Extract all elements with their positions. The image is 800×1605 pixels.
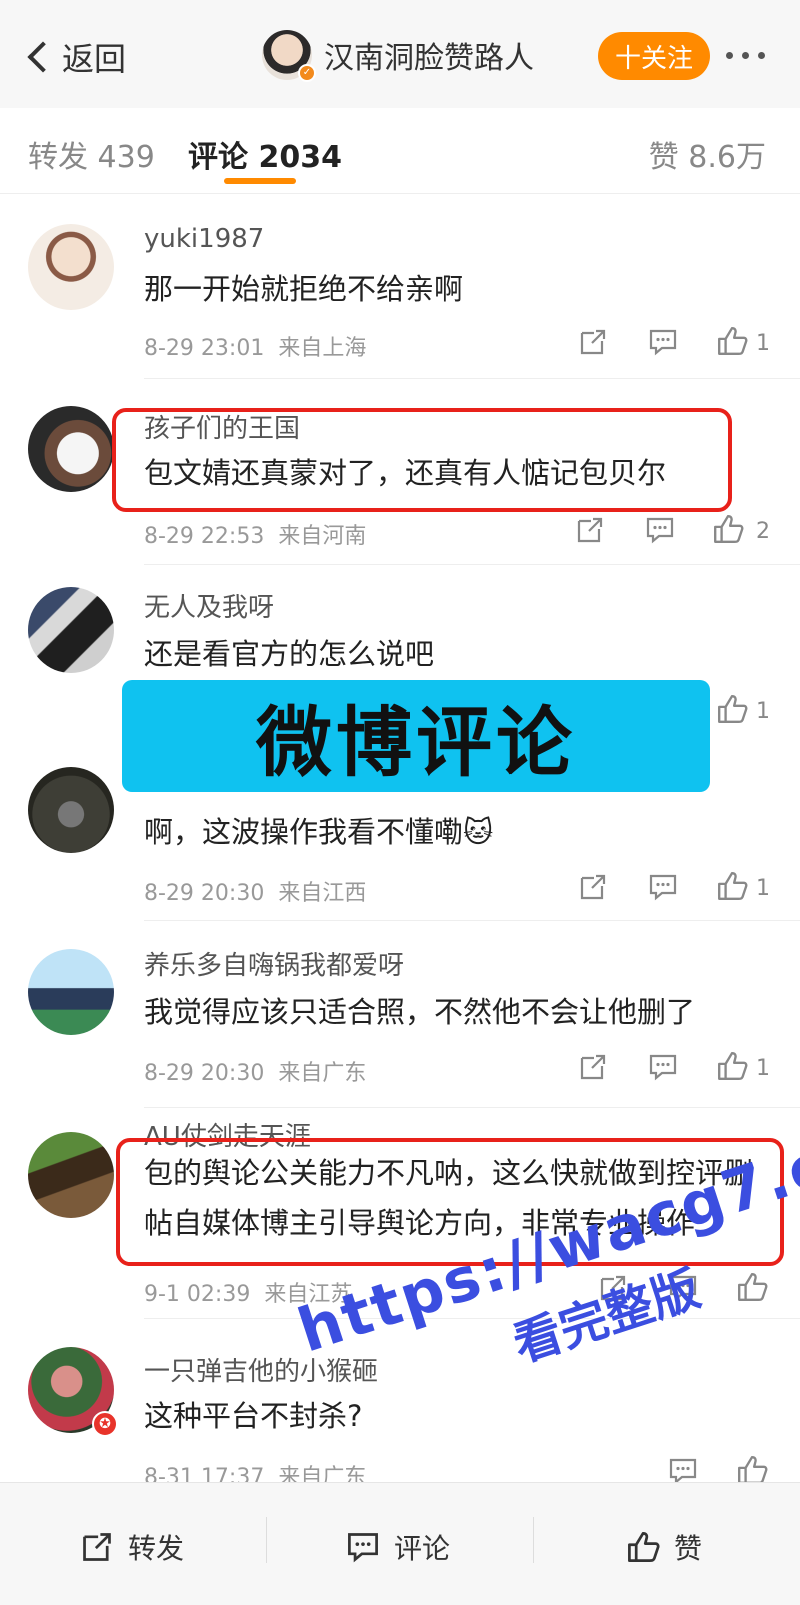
avatar[interactable]	[28, 224, 114, 310]
avatar[interactable]	[28, 1132, 114, 1218]
comment-username[interactable]: 无人及我呀	[144, 587, 274, 624]
badge-icon: ✪	[92, 1411, 118, 1437]
like-icon[interactable]	[716, 325, 748, 357]
repost-icon	[83, 1533, 111, 1561]
author-name[interactable]: 汉南洞脸赞路人	[324, 33, 534, 77]
comment-meta: 8-29 20:30 来自江西	[144, 875, 366, 907]
tab-likes[interactable]: 赞 8.6万	[649, 132, 766, 176]
verified-icon: ✓	[298, 64, 316, 82]
comment-meta: 8-29 20:30 来自广东	[144, 1055, 366, 1087]
divider	[144, 1107, 800, 1108]
avatar[interactable]	[28, 406, 114, 492]
like-icon[interactable]	[716, 1050, 748, 1082]
tab-repost[interactable]: 转发 439	[28, 132, 155, 176]
comment-item: 养乐多自嗨锅我都爱呀 我觉得应该只适合照，不然他不会让他删了 8-29 20:3…	[0, 925, 800, 1108]
share-icon[interactable]	[578, 872, 608, 902]
comment-meta: 8-29 22:53 来自河南	[144, 518, 366, 550]
divider	[144, 920, 800, 921]
comment-username[interactable]: yuki1987	[144, 224, 264, 254]
share-icon[interactable]	[575, 515, 605, 545]
caption-overlay: 微博评论	[122, 680, 710, 792]
comment-label: 评论	[394, 1532, 451, 1565]
highlight-box	[112, 408, 732, 512]
like-button[interactable]: 赞	[626, 1527, 702, 1567]
comment-time: 8-29 22:53	[144, 524, 265, 549]
like-count: 1	[756, 699, 770, 724]
comment-text: 啊，这波操作我看不懂嘞🐱	[144, 809, 493, 851]
back-label: 返回	[62, 40, 127, 78]
tab-bar: 转发 439 评论 2034 赞 8.6万	[0, 108, 800, 194]
like-icon[interactable]	[712, 513, 744, 545]
avatar[interactable]	[28, 949, 114, 1035]
comment-text: 那一开始就拒绝不给亲啊	[144, 272, 464, 306]
comment-time: 8-29 20:30	[144, 881, 265, 906]
author-info[interactable]: ✓ 汉南洞脸赞路人	[262, 30, 534, 82]
reply-icon[interactable]	[648, 1052, 678, 1082]
comment-button[interactable]: 评论	[346, 1527, 450, 1567]
more-options-icon[interactable]	[726, 52, 765, 59]
share-icon[interactable]	[578, 1052, 608, 1082]
comment-text: 还是看官方的怎么说吧	[144, 637, 435, 671]
comment-location: 来自广东	[278, 1061, 367, 1086]
back-button[interactable]: 返回	[24, 34, 126, 80]
like-count: 2	[756, 519, 770, 544]
comment-location: 来自上海	[278, 336, 367, 361]
comment-time: 8-29 20:30	[144, 1061, 265, 1086]
like-label: 赞	[674, 1532, 703, 1565]
divider	[266, 1517, 267, 1563]
reply-icon[interactable]	[645, 515, 675, 545]
reply-icon[interactable]	[648, 327, 678, 357]
comment-text: 我觉得应该只适合照，不然他不会让他删了	[144, 995, 696, 1029]
comment-location: 来自江西	[278, 881, 367, 906]
repost-button[interactable]: 转发	[80, 1527, 184, 1567]
comment-item: yuki1987 那一开始就拒绝不给亲啊 8-29 23:01 来自上海 1	[0, 210, 800, 380]
follow-button[interactable]: 十关注	[598, 32, 710, 80]
comment-meta: 8-29 23:01 来自上海	[144, 330, 366, 362]
avatar[interactable]	[28, 587, 114, 673]
divider	[144, 378, 800, 379]
like-icon[interactable]	[716, 870, 748, 902]
comment-time: 8-29 23:01	[144, 336, 265, 361]
comment-time: 9-1 02:39	[144, 1282, 251, 1307]
comment-icon	[348, 1533, 378, 1563]
avatar[interactable]	[28, 767, 114, 853]
active-tab-indicator	[224, 178, 296, 184]
like-count: 1	[756, 1056, 770, 1081]
tab-comments[interactable]: 评论 2034	[188, 132, 342, 176]
comment-text-content: 啊，这波操作我看不懂嘞	[144, 815, 464, 849]
comment-location: 来自河南	[278, 524, 367, 549]
cat-emoji-icon: 🐱	[463, 815, 494, 849]
repost-label: 转发	[128, 1532, 185, 1565]
reply-icon[interactable]	[648, 872, 678, 902]
like-icon[interactable]	[716, 693, 748, 725]
bottom-action-bar: 转发 评论 赞	[0, 1482, 800, 1605]
top-bar: 返回 ✓ 汉南洞脸赞路人 十关注	[0, 0, 800, 108]
like-count: 1	[756, 331, 770, 356]
author-avatar[interactable]: ✓	[262, 30, 316, 82]
back-arrow-icon	[27, 41, 59, 73]
divider	[533, 1517, 534, 1563]
like-icon	[628, 1532, 660, 1562]
share-icon[interactable]	[578, 327, 608, 357]
comment-username[interactable]: 养乐多自嗨锅我都爱呀	[144, 945, 404, 982]
like-count: 1	[756, 876, 770, 901]
overlay-caption: 微博评论	[256, 698, 576, 787]
